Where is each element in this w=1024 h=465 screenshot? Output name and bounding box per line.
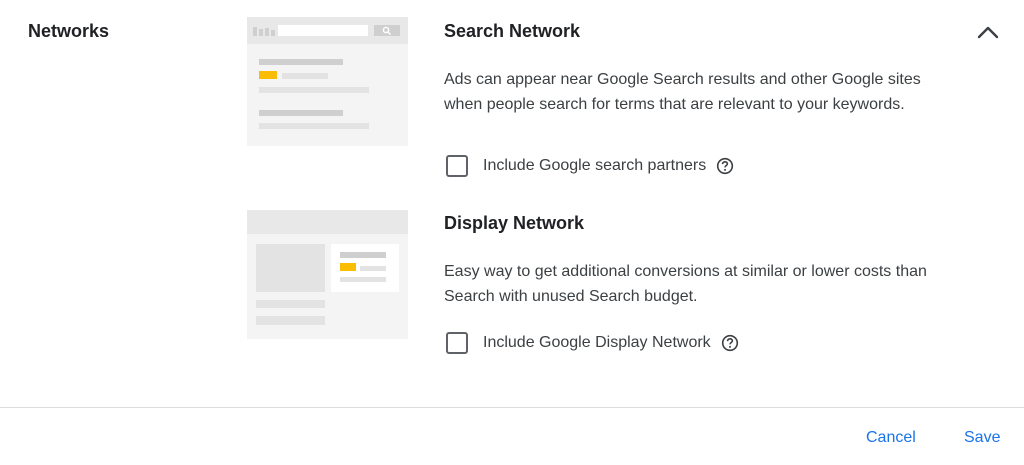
- cancel-button[interactable]: Cancel: [866, 429, 916, 447]
- search-network-title: Search Network: [444, 21, 581, 41]
- display-network-title: Display Network: [444, 213, 585, 233]
- save-button[interactable]: Save: [964, 429, 1000, 447]
- display-network-checkbox[interactable]: [446, 332, 468, 354]
- search-partners-label[interactable]: Include Google search partners: [483, 157, 706, 175]
- help-circle-icon[interactable]: [716, 157, 734, 175]
- display-network-illustration: [247, 210, 408, 339]
- search-partners-checkbox[interactable]: [446, 155, 468, 177]
- search-network-description: Ads can appear near Google Search result…: [444, 71, 921, 113]
- search-partners-option[interactable]: Include Google search partners: [446, 155, 734, 177]
- display-network-option[interactable]: Include Google Display Network: [446, 332, 739, 354]
- section-title: Networks: [28, 21, 110, 41]
- help-circle-icon[interactable]: [721, 334, 739, 352]
- display-network-label[interactable]: Include Google Display Network: [483, 334, 711, 352]
- search-icon: [382, 26, 392, 36]
- search-network-illustration: [247, 17, 408, 146]
- collapse-button[interactable]: [972, 18, 1004, 46]
- display-network-description: Easy way to get additional conversions a…: [444, 263, 927, 305]
- chevron-up-icon: [977, 26, 999, 39]
- footer-divider: [0, 407, 1024, 408]
